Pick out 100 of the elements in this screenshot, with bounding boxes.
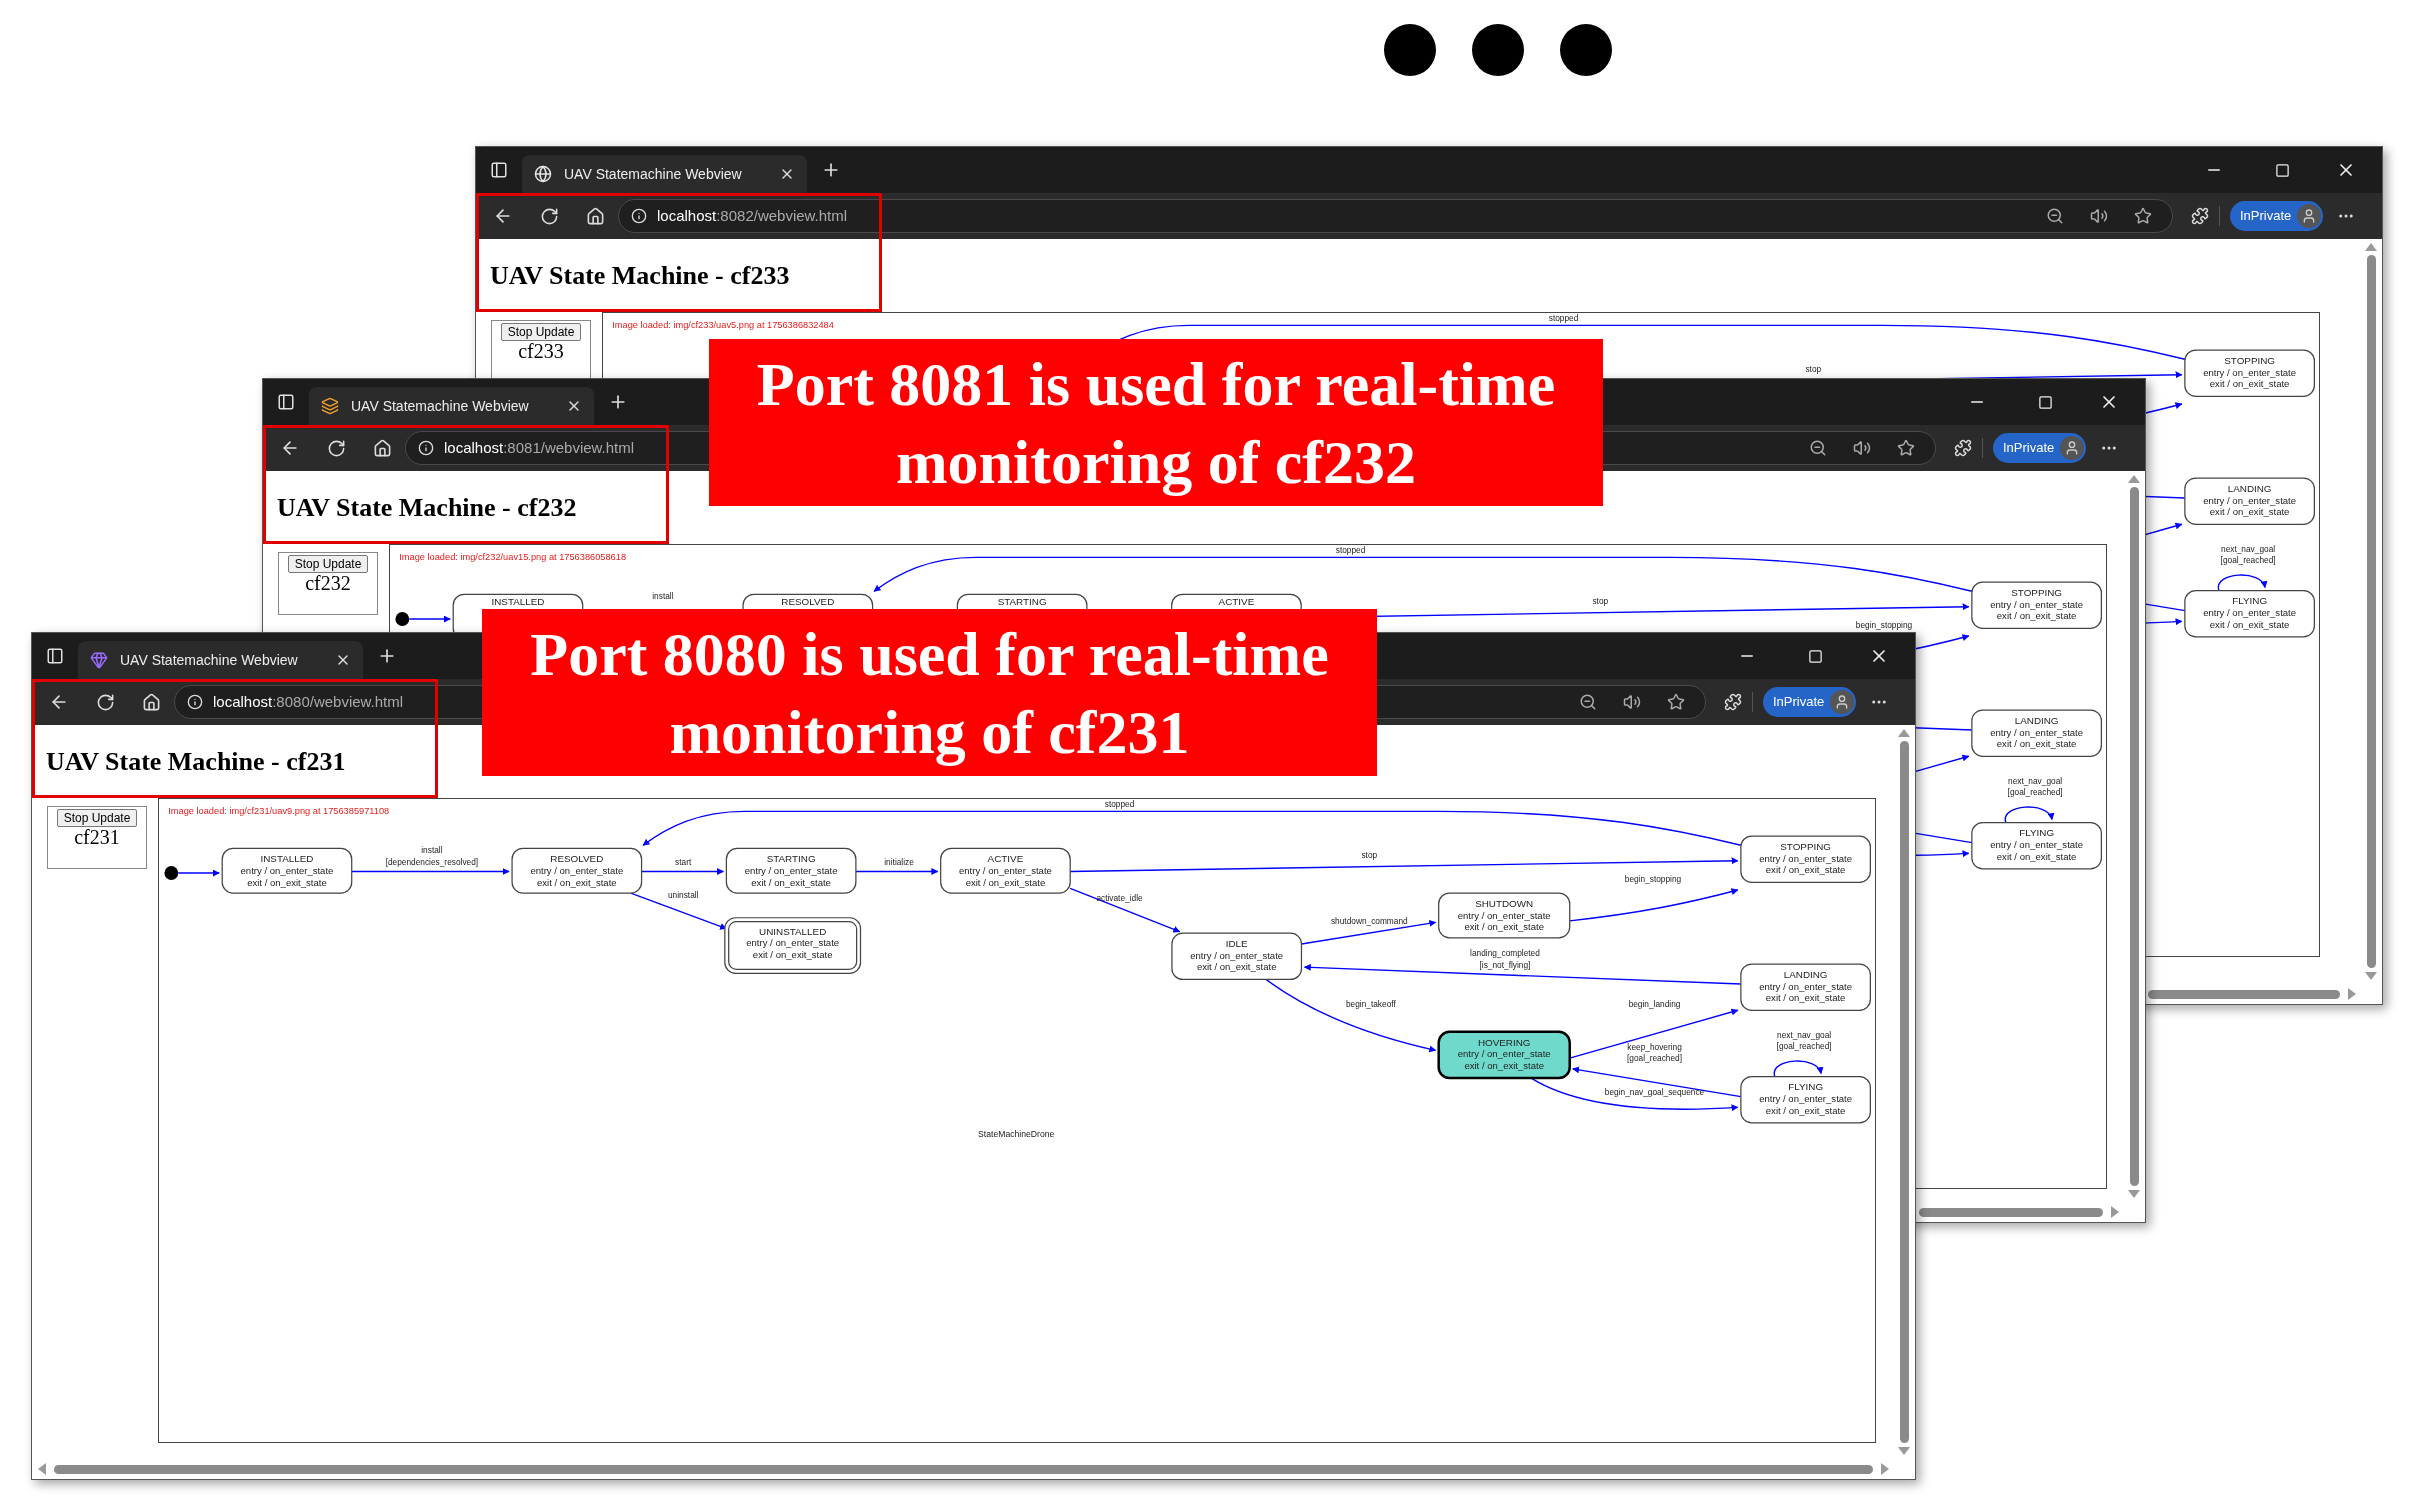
transition-label: keep_hovering: [1627, 1042, 1682, 1053]
refresh-icon[interactable]: [327, 438, 346, 458]
inprivate-button[interactable]: InPrivate: [1993, 433, 2087, 463]
transition-label: begin_nav_goal_sequence: [1604, 1087, 1705, 1098]
star-icon[interactable]: [2134, 207, 2152, 225]
page-heading: UAV State Machine - cf231: [46, 746, 346, 778]
transition-label: [goal_reached]: [1776, 1040, 1832, 1051]
transition-label: install: [421, 845, 443, 855]
stop-update-button[interactable]: Stop Update: [500, 323, 582, 341]
state-node: FLYING entry / on_enter_state exit / on_exit_state: [2184, 589, 2315, 638]
transition-label: activate_idle: [1096, 892, 1143, 903]
transition-label: next_nav_goal: [2008, 776, 2063, 786]
inprivate-button[interactable]: InPrivate: [2230, 201, 2324, 231]
speaker-icon[interactable]: [1853, 439, 1871, 457]
transition-label: stop: [1361, 849, 1378, 860]
transition-label: stopped: [1548, 313, 1579, 323]
state-node: ACTIVE entry / on_enter_state exit / on_exit_state: [940, 847, 1071, 894]
refresh-icon[interactable]: [96, 692, 115, 712]
state-node: LANDING entry / on_enter_state exit / on_exit_state: [2184, 477, 2315, 525]
star-icon[interactable]: [1667, 693, 1685, 711]
state-node: STOPPING entry / on_enter_state exit / on_exit_state: [1971, 581, 2102, 629]
browser-tab[interactable]: UAV Statemachine Webview: [309, 387, 594, 425]
transition-arrow: [2217, 574, 2266, 592]
transition-label: install: [652, 591, 674, 601]
refresh-icon[interactable]: [540, 206, 559, 226]
workspaces-icon[interactable]: [490, 161, 508, 179]
avatar-icon: [2297, 204, 2322, 228]
transition-arrow: [177, 869, 220, 877]
state-node: INSTALLED entry / on_enter_state exit / on_exit_state: [221, 847, 353, 894]
status-text: Image loaded: img/cf231/uav9.png at 1756385971108: [168, 806, 390, 817]
transition-label: [goal_reached]: [2220, 554, 2276, 565]
maximize-icon[interactable]: [2275, 162, 2290, 178]
callout-text: Port 8081 is used for real-time monitoring of cf232: [755, 348, 1557, 498]
stop-update-button[interactable]: Stop Update: [287, 555, 369, 573]
gem-icon: [90, 651, 108, 669]
transition-label: start: [675, 856, 692, 867]
zoom-out-icon[interactable]: [1809, 439, 1827, 457]
transition-label: next_nav_goal: [1777, 1030, 1832, 1040]
avatar-icon: [2060, 436, 2085, 460]
maximize-icon[interactable]: [1808, 648, 1823, 664]
url-text: localhost:8080/webview.html: [213, 691, 404, 712]
state-node: RESOLVED entry / on_enter_state exit / on_exit_state: [511, 847, 643, 894]
transition-arrow: [1773, 1060, 1822, 1078]
transition-label: next_nav_goal: [2221, 544, 2276, 554]
tab-title: UAV Statemachine Webview: [120, 650, 299, 670]
transition-label: [goal_reached]: [1627, 1053, 1683, 1064]
transition-label: [goal_reached]: [2007, 786, 2063, 797]
avatar-icon: [1830, 690, 1855, 714]
layers-icon: [321, 397, 339, 415]
state-node: SHUTDOWN entry / on_enter_state exit / on_exit_state: [1438, 892, 1571, 939]
image-alt-text: cf233: [518, 341, 564, 361]
page-heading: UAV State Machine - cf232: [277, 492, 577, 524]
extensions-icon[interactable]: [1954, 439, 1972, 457]
state-node: STOPPING entry / on_enter_state exit / on_exit_state: [1740, 835, 1871, 883]
transition-label: [dependencies_resolved]: [385, 856, 479, 867]
state-node: FLYING entry / on_enter_state exit / on_exit_state: [1971, 821, 2102, 870]
diagram-title: StateMachineDrone: [978, 1128, 1055, 1139]
tab-title: UAV Statemachine Webview: [351, 396, 530, 416]
state-node: FLYING entry / on_enter_state exit / on_exit_state: [1740, 1075, 1871, 1124]
info-icon: [631, 208, 647, 224]
state-node: STARTING entry / on_enter_state exit / on_exit_state: [725, 847, 857, 894]
workspaces-icon[interactable]: [277, 393, 295, 411]
state-node: HOVERING entry / on_enter_state exit / on_exit_state: [1437, 1030, 1571, 1080]
speaker-icon[interactable]: [2090, 207, 2108, 225]
extensions-icon[interactable]: [1724, 693, 1742, 711]
zoom-out-icon[interactable]: [1579, 693, 1597, 711]
page-heading: UAV State Machine - cf233: [490, 260, 790, 292]
transition-label: begin_stopping: [1855, 619, 1913, 630]
state-node: LANDING entry / on_enter_state exit / on_exit_state: [1971, 709, 2102, 757]
address-field[interactable]: localhost:8082/webview.html: [618, 199, 2173, 233]
star-icon[interactable]: [1897, 439, 1915, 457]
url-text: localhost:8082/webview.html: [657, 205, 848, 226]
transition-label: stopped: [1104, 799, 1135, 809]
transition-arrow: [2004, 806, 2053, 824]
home-icon[interactable]: [372, 438, 392, 458]
transition-label: begin_landing: [1628, 999, 1681, 1010]
initial-state-dot: [395, 612, 410, 626]
transition-label: stop: [1805, 363, 1822, 374]
transition-label: stopped: [1335, 545, 1366, 555]
transition-arrow: [408, 615, 451, 623]
transition-label: begin_takeoff: [1345, 999, 1396, 1010]
transition-label: initialize: [884, 856, 914, 867]
inprivate-button[interactable]: InPrivate: [1763, 687, 1857, 717]
workspaces-icon[interactable]: [46, 647, 64, 665]
extensions-icon[interactable]: [2191, 207, 2209, 225]
zoom-out-icon[interactable]: [2046, 207, 2064, 225]
status-text: Image loaded: img/cf233/uav5.png at 1756386832484: [612, 320, 834, 331]
browser-tab[interactable]: UAV Statemachine Webview: [522, 155, 807, 193]
home-icon[interactable]: [141, 692, 161, 712]
speaker-icon[interactable]: [1623, 693, 1641, 711]
stop-update-button[interactable]: Stop Update: [56, 809, 138, 827]
image-alt-text: cf231: [74, 827, 120, 847]
home-icon[interactable]: [585, 206, 605, 226]
info-icon: [418, 440, 434, 456]
info-icon: [187, 694, 203, 710]
ellipsis-icon: [1384, 23, 1612, 77]
url-text: localhost:8081/webview.html: [444, 437, 635, 458]
maximize-icon[interactable]: [2038, 394, 2053, 410]
browser-tab[interactable]: UAV Statemachine Webview: [78, 641, 363, 679]
transition-label: shutdown_command: [1330, 915, 1408, 926]
